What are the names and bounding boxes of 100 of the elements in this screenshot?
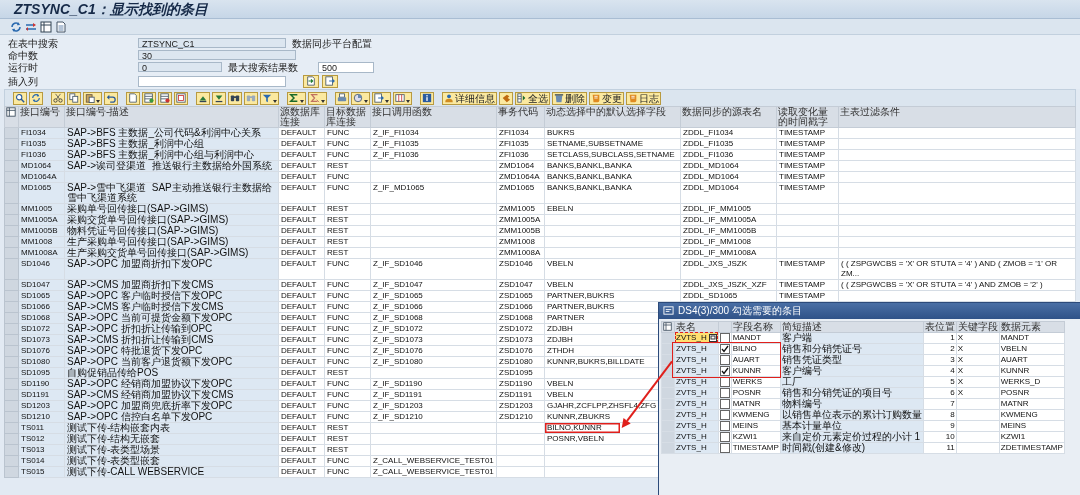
table-cell: ZSD1210 [496, 411, 545, 423]
table-settings-icon[interactable] [663, 322, 672, 331]
checkbox[interactable] [719, 442, 730, 453]
columns-icon [395, 93, 405, 103]
table-cell: 11 [923, 442, 957, 453]
magnifier-button[interactable] [13, 91, 27, 105]
column-header: 简短描述 [780, 321, 924, 332]
table-cell: BANKS,BANKL,BANKA [544, 160, 681, 172]
table-cell: ZSD1095 [496, 367, 545, 379]
table-cell: BANKS,BANKL,BANKA [544, 171, 681, 183]
table-cell: ZMM1005B [496, 225, 545, 237]
export-button[interactable] [372, 91, 391, 105]
binoculars-button[interactable] [228, 91, 242, 105]
value-help-icon[interactable] [708, 333, 717, 342]
insert-column-field[interactable] [138, 75, 286, 87]
checkbox[interactable] [719, 431, 730, 442]
caret-icon [406, 99, 410, 103]
row-selector[interactable] [661, 365, 675, 376]
transfer-button[interactable] [25, 20, 37, 33]
checkbox[interactable] [719, 376, 730, 387]
table-cell: 销售凭证类型 [780, 354, 924, 365]
refresh-icon [10, 20, 22, 33]
checkbox[interactable] [719, 343, 730, 354]
table-cell: Z_IF_SD1190 [370, 378, 497, 390]
checkbox[interactable] [719, 398, 730, 409]
table-cell: ZDDL_IF_MM1005 [680, 203, 777, 215]
toolbar-button[interactable]: 变更 [589, 91, 624, 105]
table-cell: SD1210 [18, 411, 65, 423]
export-icon [325, 76, 335, 86]
row-selector[interactable] [661, 376, 675, 387]
table-settings-icon[interactable] [6, 107, 16, 117]
table-cell: FI1035 [18, 138, 65, 150]
checkbox[interactable] [719, 354, 730, 365]
scroll-icon [591, 93, 601, 103]
toolbar-button[interactable]: 全选 [515, 91, 550, 105]
table-cell: REST [324, 160, 371, 172]
paste-button[interactable] [83, 91, 102, 105]
add-row-button[interactable] [142, 91, 156, 105]
table-cell: ZDDL_IF_MM1005A [680, 214, 777, 226]
undo-button[interactable] [104, 91, 118, 105]
subtotal-button[interactable] [308, 91, 327, 105]
sort-descending-button[interactable] [212, 91, 226, 105]
row-selector[interactable] [661, 343, 675, 354]
table-cell: 4 [923, 365, 957, 376]
table-cell: 客户编号 [780, 365, 924, 376]
table-cell: SD1065 [18, 290, 65, 302]
table-cell: DEFAULT [278, 312, 325, 324]
table-cell[interactable]: ZVTS_H [676, 332, 717, 343]
insert-button[interactable] [322, 74, 338, 88]
sort-ascending-button[interactable] [196, 91, 210, 105]
hand-button[interactable] [499, 91, 513, 105]
table-cell: MEINS [731, 420, 781, 431]
checkbox[interactable] [719, 387, 730, 398]
table-cell: DEFAULT [278, 236, 325, 248]
views-button[interactable] [351, 91, 370, 105]
insert-button[interactable] [303, 74, 319, 88]
checkbox[interactable] [719, 332, 730, 343]
sum-button[interactable] [287, 91, 306, 105]
table-cell: ZDDL_SD1065 [680, 290, 777, 302]
info-button[interactable] [420, 91, 434, 105]
column-header: 数据元素 [999, 321, 1065, 332]
table-cell: ZMM1008A [496, 247, 545, 259]
delete-row-button[interactable] [158, 91, 172, 105]
toolbar-button[interactable]: 删除 [552, 91, 587, 105]
copy-icon [69, 93, 79, 103]
table-cell: X [956, 376, 1000, 387]
table-cell: SD1066 [18, 301, 65, 313]
row-selector[interactable] [661, 354, 675, 365]
frame-button[interactable] [174, 91, 188, 105]
max-hits-field[interactable]: 500 [318, 61, 374, 73]
table-cell: WERKS_D [999, 376, 1065, 387]
checkbox[interactable] [719, 365, 730, 376]
checkbox[interactable] [719, 409, 730, 420]
table-cell: MM1005B [18, 225, 65, 237]
table-cell: 物料凭证号回传接口(SAP->GIMS) [64, 225, 279, 237]
table-cell: ZMM1008 [496, 236, 545, 248]
table-cell: TS015 [18, 466, 65, 478]
copy-button[interactable] [67, 91, 81, 105]
checkbox[interactable] [719, 420, 730, 431]
table-cell: TIMESTAMP [776, 160, 839, 172]
table-cell: Z_IF_SD1080 [370, 356, 497, 368]
document-button[interactable] [55, 20, 67, 33]
table-cell: FUNC [324, 290, 371, 302]
table-cell: FUNC [324, 312, 371, 324]
table-cell: 6 [923, 387, 957, 398]
table-cell: 来自定价元素定价过程的小计 1 [780, 431, 924, 442]
column-header: 接口编号-描述 [64, 106, 279, 128]
printer-button[interactable] [335, 91, 349, 105]
columns-button[interactable] [393, 91, 412, 105]
filter-icon [262, 93, 272, 103]
table-cell: ZSD1080 [496, 356, 545, 368]
grid-button[interactable] [40, 20, 52, 33]
scissors-button[interactable] [51, 91, 65, 105]
refresh-button[interactable] [29, 91, 43, 105]
table-cell: FUNC [324, 279, 371, 291]
toolbar-button[interactable]: 日志 [626, 91, 661, 105]
page-button[interactable] [126, 91, 140, 105]
toolbar-button[interactable]: 详细信息 [442, 91, 497, 105]
filter-button[interactable] [260, 91, 279, 105]
refresh-button[interactable] [10, 20, 22, 33]
